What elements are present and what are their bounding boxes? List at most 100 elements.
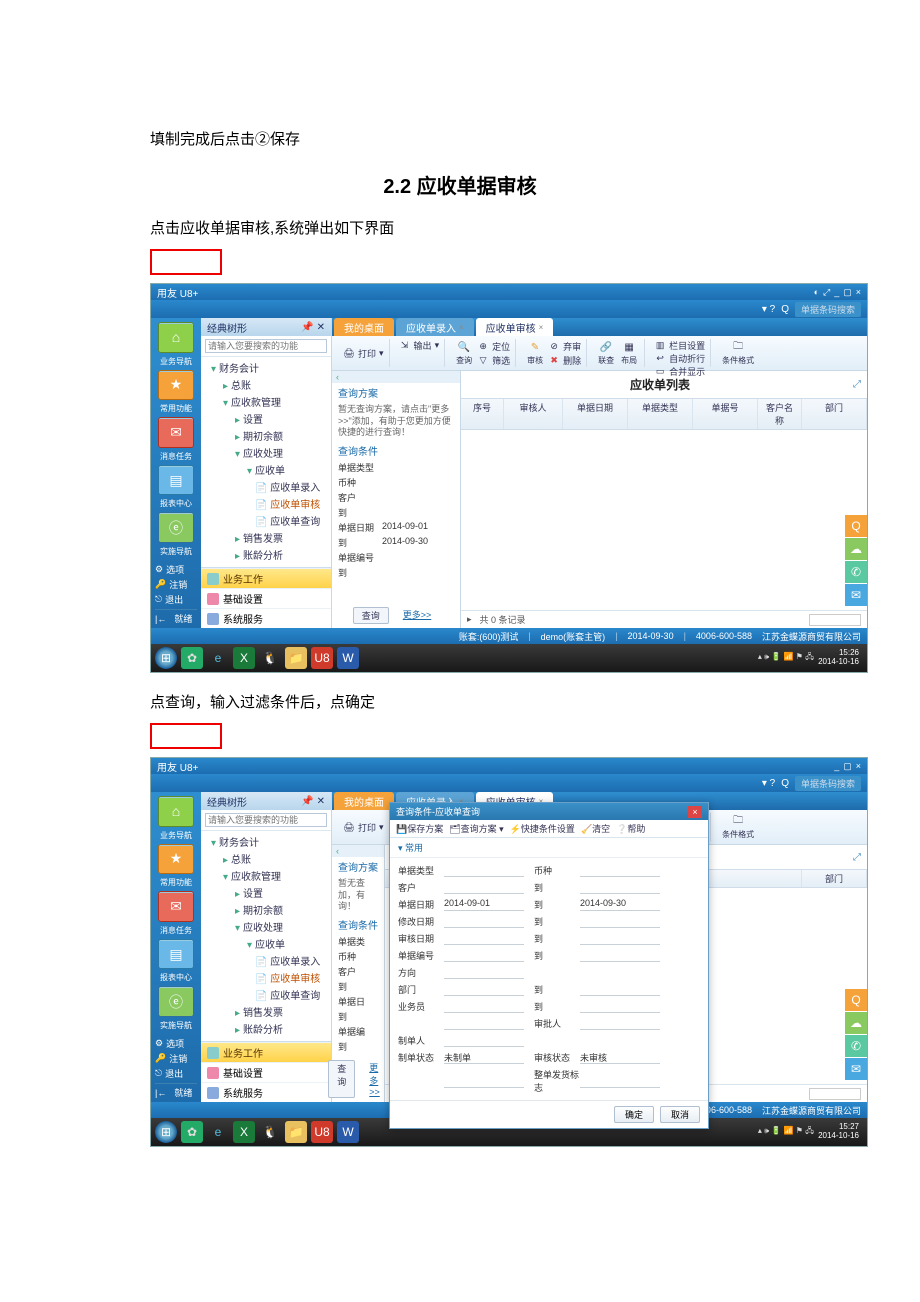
task-ie-icon[interactable]: e bbox=[207, 1121, 229, 1143]
col-no[interactable]: 单据号 bbox=[693, 399, 758, 429]
field-input[interactable] bbox=[444, 864, 524, 877]
nav-fav-icon[interactable]: ★ bbox=[158, 370, 194, 401]
tab-desktop[interactable]: 我的桌面 bbox=[334, 792, 394, 810]
float-mail-icon[interactable]: ✉ bbox=[845, 1058, 867, 1080]
tab-audit[interactable]: 应收单审核× bbox=[476, 318, 554, 336]
nav-home-icon[interactable]: ⌂ bbox=[158, 322, 194, 353]
tab-entry[interactable]: 应收单录入× bbox=[396, 318, 474, 336]
taskbar[interactable]: ⊞ ✿ e X 🐧 📁 U8 W ▴ 🕪 🔋 📶 ⚑ 🖧 15:262014-1… bbox=[151, 644, 867, 672]
tree-body[interactable]: ▾财务会计 ▸总账 ▾应收款管理 ▸设置 ▸期初余额 ▾应收处理 ▾应收单 ·📄… bbox=[201, 357, 331, 567]
tree-search-input[interactable] bbox=[205, 813, 327, 827]
tree-node[interactable]: ▸账龄分析 bbox=[201, 546, 331, 563]
field-input[interactable] bbox=[580, 915, 660, 928]
print-button[interactable]: 🖨打印 ▾ bbox=[343, 347, 384, 360]
tree-node[interactable]: ▸销售发票 bbox=[201, 529, 331, 546]
win-close[interactable]: × bbox=[856, 287, 861, 297]
field-input[interactable] bbox=[580, 881, 660, 894]
float-search-icon[interactable]: Q bbox=[845, 515, 867, 537]
tray-icons[interactable]: ▴ 🕪 🔋 📶 ⚑ 🖧 bbox=[758, 651, 814, 665]
win-max[interactable]: ▢ bbox=[843, 287, 852, 298]
help-icon[interactable]: ▾ ? bbox=[762, 304, 775, 315]
tree-tab-sys[interactable]: 系统服务 bbox=[201, 608, 331, 628]
wrap-button[interactable]: ↩自动折行 bbox=[654, 352, 705, 365]
dialog-section[interactable]: ▾ 常用 bbox=[390, 838, 708, 858]
task-qq-icon[interactable]: 🐧 bbox=[259, 647, 281, 669]
field-input[interactable]: 2014-09-30 bbox=[580, 898, 660, 911]
col-type[interactable]: 单据类型 bbox=[628, 399, 693, 429]
task-u8-icon[interactable]: U8 bbox=[311, 647, 333, 669]
pin-icon[interactable]: 📌 bbox=[301, 322, 313, 333]
query-button[interactable]: 查询 bbox=[328, 1060, 355, 1098]
audit-button[interactable]: ✎审核 bbox=[525, 340, 545, 366]
filter-button[interactable]: ▽筛选 bbox=[477, 354, 510, 367]
tree-tab-biz[interactable]: 业务工作 bbox=[201, 1042, 331, 1062]
tree-tab-sys[interactable]: 系统服务 bbox=[201, 1082, 331, 1102]
field-input[interactable] bbox=[580, 1017, 660, 1030]
col-cust[interactable]: 客户名称 bbox=[758, 399, 802, 429]
delete-button[interactable]: ✖删除 bbox=[548, 354, 581, 367]
format-button[interactable]: 🗀条件格式 bbox=[720, 814, 756, 840]
tree-node[interactable]: ▾应收单 bbox=[201, 461, 331, 478]
tree-node[interactable]: ▾应收款管理 bbox=[201, 393, 331, 410]
task-word-icon[interactable]: W bbox=[337, 1121, 359, 1143]
field-input[interactable] bbox=[444, 932, 524, 945]
win-close[interactable]: × bbox=[856, 761, 861, 771]
field-input[interactable] bbox=[580, 864, 660, 877]
task-folder-icon[interactable]: 📁 bbox=[285, 1121, 307, 1143]
field-input[interactable] bbox=[444, 881, 524, 894]
start-button[interactable]: ⊞ bbox=[155, 1121, 177, 1143]
tree-search-input[interactable] bbox=[205, 339, 327, 353]
window-titlebar[interactable]: 用友 U8+ _ ▢ × bbox=[151, 758, 867, 774]
task-folder-icon[interactable]: 📁 bbox=[285, 647, 307, 669]
expand-icon[interactable]: ⤢ bbox=[853, 379, 861, 390]
tree-leaf[interactable]: ·📄 应收单查询 bbox=[201, 512, 331, 529]
quick-cond-button[interactable]: ⚡快捷条件设置 bbox=[510, 822, 575, 835]
tree-node[interactable]: ▸总账 bbox=[201, 376, 331, 393]
pager[interactable] bbox=[809, 614, 861, 626]
nav-msg-icon[interactable]: ✉ bbox=[158, 891, 194, 922]
col-dept[interactable]: 部门 bbox=[802, 399, 867, 429]
task-word-icon[interactable]: W bbox=[337, 647, 359, 669]
field-input[interactable] bbox=[444, 966, 524, 979]
task-ie-icon[interactable]: e bbox=[207, 647, 229, 669]
nav-msg-icon[interactable]: ✉ bbox=[158, 417, 194, 448]
float-chat-icon[interactable]: ✆ bbox=[845, 561, 867, 583]
nav-home-icon[interactable]: ⌂ bbox=[158, 796, 194, 827]
nav-exit[interactable]: ⎋退出 bbox=[155, 1066, 197, 1081]
float-chat-icon[interactable]: ✆ bbox=[845, 1035, 867, 1057]
save-scheme-button[interactable]: 💾保存方案 bbox=[396, 822, 443, 835]
win-btn[interactable]: ◐ bbox=[814, 287, 819, 297]
field-input[interactable] bbox=[580, 949, 660, 962]
taskbar-clock[interactable]: 15:262014-10-16 bbox=[818, 649, 863, 667]
win-max[interactable]: ▢ bbox=[843, 761, 852, 772]
task-excel-icon[interactable]: X bbox=[233, 647, 255, 669]
linked-button[interactable]: 🔗联查 bbox=[596, 340, 616, 366]
taskbar-clock[interactable]: 15:272014-10-16 bbox=[818, 1123, 863, 1141]
more-button[interactable]: 更多>> bbox=[361, 1060, 388, 1098]
field-input[interactable] bbox=[580, 932, 660, 945]
field-input[interactable] bbox=[580, 1000, 660, 1013]
nav-logout[interactable]: 🔑注销 bbox=[155, 577, 197, 592]
close-icon[interactable]: × bbox=[688, 806, 702, 818]
field-input[interactable] bbox=[444, 915, 524, 928]
tree-body[interactable]: ▾财务会计 ▸总账 ▾应收款管理 ▸设置 ▸期初余额 ▾应收处理 ▾应收单 ·📄… bbox=[201, 831, 331, 1041]
field-input[interactable]: 未制单 bbox=[444, 1051, 524, 1064]
win-min[interactable]: _ bbox=[834, 761, 839, 771]
col-auditor[interactable]: 审核人 bbox=[504, 399, 563, 429]
tree-node[interactable]: ▾财务会计 bbox=[201, 359, 331, 376]
start-button[interactable]: ⊞ bbox=[155, 647, 177, 669]
help-icon[interactable]: ▾ ? bbox=[762, 778, 775, 789]
task-excel-icon[interactable]: X bbox=[233, 1121, 255, 1143]
dialog-title[interactable]: 查询条件-应收单查询 × bbox=[390, 803, 708, 820]
nav-report-icon[interactable]: ▤ bbox=[158, 465, 194, 496]
nav-options[interactable]: ⚙选项 bbox=[155, 1036, 197, 1051]
win-btn[interactable]: ⤢ bbox=[823, 287, 830, 298]
clear-button[interactable]: 🧹清空 bbox=[581, 822, 610, 835]
field-input[interactable] bbox=[444, 1034, 524, 1047]
format-button[interactable]: 🗀条件格式 bbox=[720, 340, 756, 366]
tree-node[interactable]: ▸设置 bbox=[201, 410, 331, 427]
field-input[interactable] bbox=[444, 1017, 524, 1030]
nav-exit[interactable]: ⎋退出 bbox=[155, 592, 197, 607]
tray-icons[interactable]: ▴ 🕪 🔋 📶 ⚑ 🖧 bbox=[758, 1125, 814, 1139]
task-icon[interactable]: ✿ bbox=[181, 647, 203, 669]
